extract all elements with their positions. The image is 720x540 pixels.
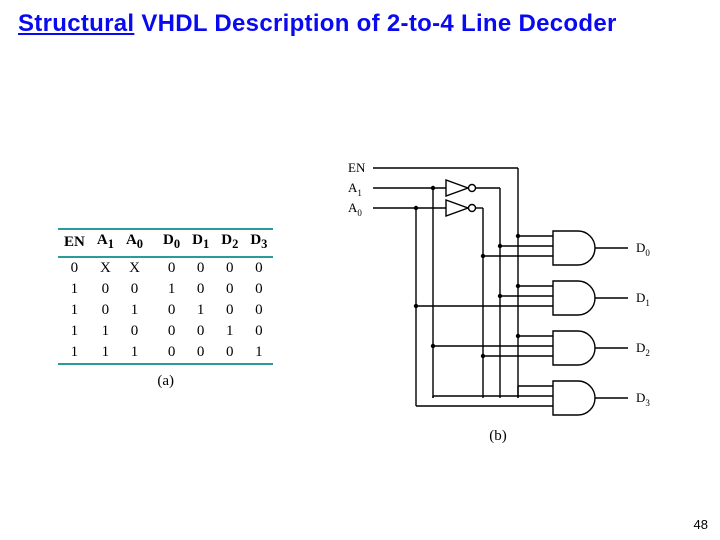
and-gate-d3	[416, 381, 628, 415]
and-gate-d2	[433, 331, 628, 365]
table-row: 0 X X 0 0 0 0	[58, 257, 273, 279]
label-a1: A1	[348, 180, 362, 198]
th-a1: A1	[91, 229, 120, 257]
title-underlined: Structural	[18, 10, 134, 37]
label-d1: D1	[636, 290, 650, 308]
title-rest: VHDL Description of 2-to-4 Line Decoder	[134, 10, 616, 37]
truth-table-body: 0 X X 0 0 0 0 1 0 0 1 0 0	[58, 257, 273, 364]
table-header-row: EN A1 A0 D0 D1 D2 D3	[58, 229, 273, 257]
and-gate-d0	[483, 231, 628, 265]
label-d3: D3	[636, 390, 650, 408]
th-en: EN	[58, 229, 91, 257]
caption-b: (b)	[318, 428, 678, 445]
schematic: EN A1 A0 D0 D1 D2 D3	[318, 148, 678, 428]
label-d2: D2	[636, 340, 650, 358]
not-gate-a0	[446, 200, 476, 216]
schematic-svg: EN A1 A0 D0 D1 D2 D3	[318, 148, 678, 428]
junction-dots	[414, 186, 520, 358]
label-a0: A0	[348, 200, 362, 218]
th-d0: D0	[153, 229, 186, 257]
label-d0: D0	[636, 240, 650, 258]
and-gate-d1	[416, 281, 628, 315]
th-a0: A0	[120, 229, 153, 257]
not-gate-a1	[446, 180, 476, 196]
table-row: 1 1 0 0 0 1 0	[58, 321, 273, 342]
slide-content: EN A1 A0 D0 D1 D2 D3 0 X X 0	[18, 48, 702, 478]
table-row: 1 1 1 0 0 0 1	[58, 342, 273, 364]
th-d2: D2	[215, 229, 244, 257]
truth-table-block: EN A1 A0 D0 D1 D2 D3 0 X X 0	[58, 228, 273, 390]
truth-table: EN A1 A0 D0 D1 D2 D3 0 X X 0	[58, 228, 273, 365]
table-row: 1 0 0 1 0 0 0	[58, 279, 273, 300]
table-row: 1 0 1 0 1 0 0	[58, 300, 273, 321]
slide-title: Structural VHDL Description of 2-to-4 Li…	[18, 10, 702, 38]
th-d1: D1	[186, 229, 215, 257]
th-d3: D3	[244, 229, 273, 257]
page-number: 48	[694, 517, 708, 532]
caption-a: (a)	[58, 373, 273, 390]
slide: Structural VHDL Description of 2-to-4 Li…	[0, 0, 720, 540]
schematic-labels: EN A1 A0 D0 D1 D2 D3	[348, 160, 650, 408]
label-en: EN	[348, 160, 366, 175]
